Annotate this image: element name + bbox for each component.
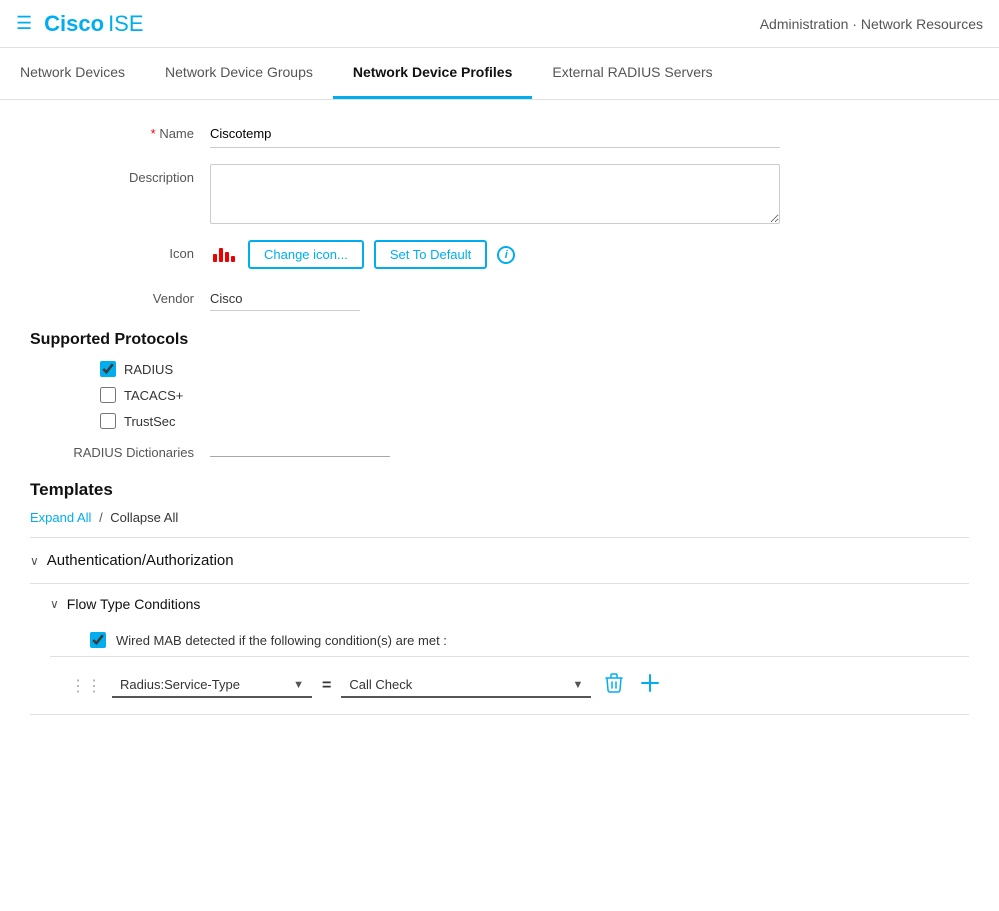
accordion-auth-authz: ∨ Authentication/Authorization <box>30 538 969 584</box>
delete-condition-button[interactable] <box>601 669 627 702</box>
drag-handle[interactable]: ⋮⋮ <box>70 676 102 696</box>
dictionaries-dropdown[interactable] <box>210 448 390 457</box>
value-chevron: ▼ <box>572 679 583 691</box>
add-condition-button[interactable] <box>637 670 663 702</box>
chevron-icon: ∨ <box>30 554 39 568</box>
equals-sign: = <box>322 677 331 695</box>
accordion-flow-type-header[interactable]: ∨ Flow Type Conditions <box>30 584 969 624</box>
cisco-icon <box>210 245 238 265</box>
wired-mab-checkbox[interactable] <box>90 632 106 648</box>
collapse-all-text[interactable]: Collapse All <box>110 510 178 525</box>
tacacs-label[interactable]: TACACS+ <box>124 388 183 403</box>
menu-icon[interactable]: ☰ <box>16 13 32 34</box>
flow-type-content: Wired MAB detected if the following cond… <box>30 624 969 714</box>
tacacs-row: TACACS+ <box>30 387 969 403</box>
chevron-icon-flow: ∨ <box>50 597 59 611</box>
accordion-flow-type-label: Flow Type Conditions <box>67 596 201 612</box>
expand-all-link[interactable]: Expand All <box>30 510 91 525</box>
wired-mab-label[interactable]: Wired MAB detected if the following cond… <box>116 633 447 648</box>
icon-label: Icon <box>30 240 210 261</box>
trustsec-label[interactable]: TrustSec <box>124 414 176 429</box>
tacacs-checkbox[interactable] <box>100 387 116 403</box>
trustsec-checkbox[interactable] <box>100 413 116 429</box>
value-label: Call Check <box>349 677 412 692</box>
radius-checkbox[interactable] <box>100 361 116 377</box>
name-label: * Name <box>30 120 210 141</box>
trash-icon <box>605 673 623 693</box>
condition-row: ⋮⋮ Radius:Service-Type ▼ = Call Check ▼ <box>50 656 969 714</box>
icon-controls: Change icon... Set To Default i <box>210 240 515 269</box>
service-type-chevron: ▼ <box>293 679 304 691</box>
tab-network-device-groups[interactable]: Network Device Groups <box>145 48 333 99</box>
set-to-default-button[interactable]: Set To Default <box>374 240 487 269</box>
info-icon[interactable]: i <box>497 246 515 264</box>
tab-network-device-profiles[interactable]: Network Device Profiles <box>333 48 533 99</box>
service-type-dropdown[interactable]: Radius:Service-Type ▼ <box>112 673 312 698</box>
logo-ise: ISE <box>108 11 143 37</box>
wired-mab-row: Wired MAB detected if the following cond… <box>50 624 969 656</box>
radius-row: RADIUS <box>30 361 969 377</box>
name-input[interactable] <box>210 120 780 148</box>
vendor-row: Vendor Cisco <box>30 285 969 311</box>
plus-icon <box>641 674 659 692</box>
radius-label[interactable]: RADIUS <box>124 362 173 377</box>
trustsec-row: TrustSec <box>30 413 969 429</box>
accordion-auth-authz-header[interactable]: ∨ Authentication/Authorization <box>30 538 969 583</box>
description-label: Description <box>30 164 210 185</box>
name-row: * Name <box>30 120 969 148</box>
tab-network-devices[interactable]: Network Devices <box>0 48 145 99</box>
templates-title: Templates <box>30 480 969 500</box>
top-header: ☰ Cisco ISE Administration · Network Res… <box>0 0 999 48</box>
description-row: Description <box>30 164 969 224</box>
accordion-flow-type: ∨ Flow Type Conditions Wired MAB detecte… <box>30 584 969 715</box>
tab-external-radius-servers[interactable]: External RADIUS Servers <box>532 48 732 99</box>
separator: / <box>99 510 106 525</box>
service-type-value: Radius:Service-Type <box>120 677 240 692</box>
vendor-label: Vendor <box>30 285 210 306</box>
description-input[interactable] <box>210 164 780 224</box>
app-logo: Cisco ISE <box>44 11 143 37</box>
dictionaries-label: RADIUS Dictionaries <box>30 445 210 460</box>
dictionaries-row: RADIUS Dictionaries <box>30 445 969 460</box>
value-dropdown[interactable]: Call Check ▼ <box>341 673 591 698</box>
supported-protocols-title: Supported Protocols <box>30 331 969 349</box>
vendor-value: Cisco <box>210 285 360 311</box>
icon-row: Icon Change icon... Set To Default i <box>30 240 969 269</box>
accordion-auth-authz-label: Authentication/Authorization <box>47 552 234 569</box>
logo-cisco: Cisco <box>44 11 104 37</box>
nav-tabs: Network Devices Network Device Groups Ne… <box>0 48 999 100</box>
expand-collapse-row: Expand All / Collapse All <box>30 510 969 525</box>
main-content: * Name Description Icon Change icon... S… <box>0 100 999 735</box>
breadcrumb: Administration · Network Resources <box>760 16 983 32</box>
change-icon-button[interactable]: Change icon... <box>248 240 364 269</box>
